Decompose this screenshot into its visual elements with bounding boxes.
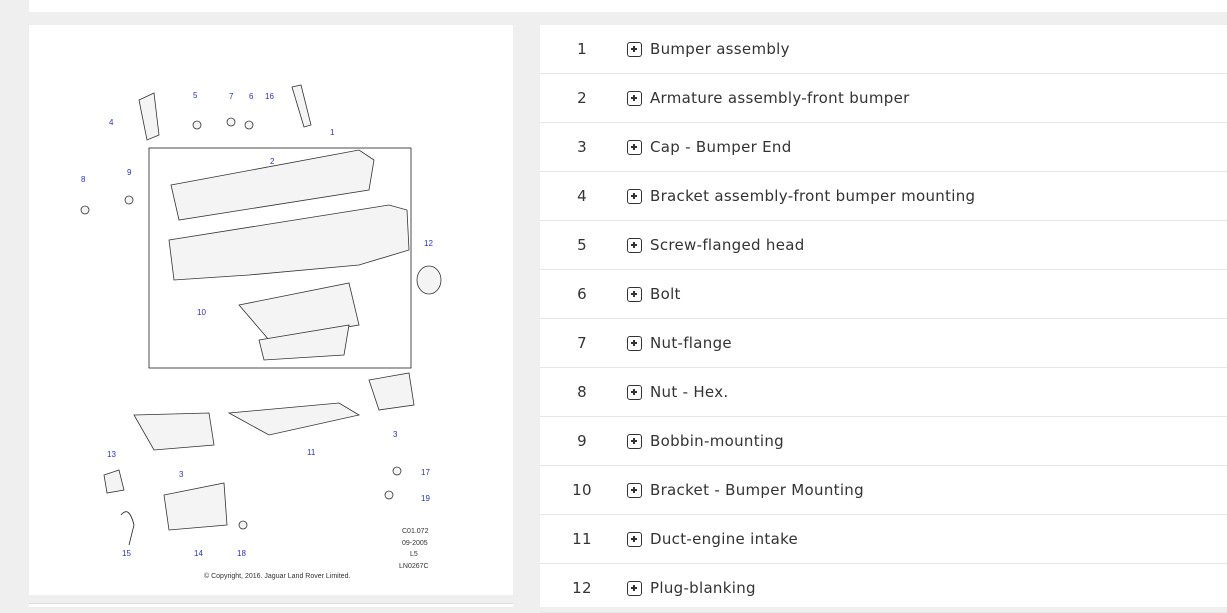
part-row[interactable]: 7 Nut-flange (540, 319, 1227, 368)
part-row[interactable]: 1 Bumper assembly (540, 25, 1227, 74)
callout-6[interactable]: 6 (249, 92, 254, 101)
callout-9[interactable]: 9 (127, 168, 132, 177)
parts-diagram: 1 2 3 3 4 5 6 7 8 9 10 11 12 13 14 15 16… (29, 25, 513, 595)
plus-square-icon[interactable] (627, 41, 642, 57)
drawing-code: C01.072 (402, 528, 429, 535)
blanking-plug-part (416, 265, 442, 295)
part-row[interactable]: 3 Cap - Bumper End (540, 123, 1227, 172)
callout-15[interactable]: 15 (122, 549, 131, 558)
callout-3[interactable]: 3 (393, 430, 398, 439)
part-row[interactable]: 9 Bobbin-mounting (540, 417, 1227, 466)
part-name[interactable]: Nut-flange (650, 334, 732, 352)
callout-4[interactable]: 4 (109, 118, 114, 127)
part-row[interactable]: 6 Bolt (540, 270, 1227, 319)
callout-16[interactable]: 16 (265, 92, 274, 101)
part-number: 5 (577, 236, 587, 254)
plus-square-icon[interactable] (627, 139, 642, 155)
part-row[interactable]: 11 Duct-engine intake (540, 515, 1227, 564)
plate-part (163, 482, 228, 531)
callout-7[interactable]: 7 (229, 92, 234, 101)
plus-square-icon[interactable] (627, 531, 642, 547)
part-name[interactable]: Cap - Bumper End (650, 138, 792, 156)
part-number: 8 (577, 383, 587, 401)
part-number: 3 (577, 138, 587, 156)
part-name[interactable]: Bobbin-mounting (650, 432, 784, 450)
callout-3b[interactable]: 3 (179, 470, 184, 479)
plus-square-icon[interactable] (627, 90, 642, 106)
plus-square-icon[interactable] (627, 433, 642, 449)
plus-square-icon[interactable] (627, 237, 642, 253)
part-number: 10 (572, 481, 592, 499)
callout-18[interactable]: 18 (237, 549, 246, 558)
part-name[interactable]: Duct-engine intake (650, 530, 798, 548)
part-name[interactable]: Bracket - Bumper Mounting (650, 481, 864, 499)
callout-12[interactable]: 12 (424, 239, 433, 248)
plus-square-icon[interactable] (627, 482, 642, 498)
drawing-date: 09-2005 (402, 540, 428, 547)
callout-5[interactable]: 5 (193, 91, 198, 100)
callout-13[interactable]: 13 (107, 450, 116, 459)
part-number: 1 (577, 40, 587, 58)
callout-11[interactable]: 11 (307, 448, 316, 457)
part-name[interactable]: Bracket assembly-front bumper mounting (650, 187, 975, 205)
trim-16-part (291, 84, 312, 128)
plus-square-icon[interactable] (627, 580, 642, 596)
part-name[interactable]: Nut - Hex. (650, 383, 728, 401)
part-number: 7 (577, 334, 587, 352)
callout-10[interactable]: 10 (197, 308, 206, 317)
part-number: 4 (577, 187, 587, 205)
callout-14[interactable]: 14 (194, 549, 203, 558)
part-number: 12 (572, 579, 592, 597)
part-number: 2 (577, 89, 587, 107)
callout-1[interactable]: 1 (330, 128, 335, 137)
callout-8[interactable]: 8 (81, 175, 86, 184)
top-panel (29, 0, 1227, 12)
part-row[interactable]: 4 Bracket assembly-front bumper mounting (540, 172, 1227, 221)
plus-square-icon[interactable] (627, 335, 642, 351)
plus-square-icon[interactable] (627, 384, 642, 400)
part-row[interactable]: 12 Plug-blanking (540, 564, 1227, 613)
callout-2[interactable]: 2 (270, 157, 275, 166)
part-row[interactable]: 10 Bracket - Bumper Mounting (540, 466, 1227, 515)
callout-17[interactable]: 17 (421, 468, 430, 477)
part-number: 6 (577, 285, 587, 303)
duct-part (227, 402, 361, 436)
part-row[interactable]: 2 Armature assembly-front bumper (540, 74, 1227, 123)
part-name[interactable]: Armature assembly-front bumper (650, 89, 910, 107)
bottom-panel (29, 603, 513, 607)
plus-square-icon[interactable] (627, 286, 642, 302)
copyright-text: © Copyright, 2016. Jaguar Land Rover Lim… (204, 572, 350, 580)
plus-square-icon[interactable] (627, 188, 642, 204)
part-row[interactable]: 5 Screw-flanged head (540, 221, 1227, 270)
part-name[interactable]: Bumper assembly (650, 40, 790, 58)
part-name[interactable]: Bolt (650, 285, 681, 303)
drawing-ref: LN0267C (399, 563, 429, 570)
part-number: 11 (572, 530, 592, 548)
part-name[interactable]: Plug-blanking (650, 579, 756, 597)
part-name[interactable]: Screw-flanged head (650, 236, 805, 254)
part-number: 9 (577, 432, 587, 450)
callout-19[interactable]: 19 (421, 494, 430, 503)
part-row[interactable]: 8 Nut - Hex. (540, 368, 1227, 417)
end-cap-right-part (368, 372, 415, 411)
drawing-model: L5 (410, 551, 418, 558)
parts-list: 1 Bumper assembly 2 Armature assembly-fro… (540, 25, 1227, 613)
end-cap-left-part (133, 412, 215, 451)
bracket-4-part (138, 92, 160, 141)
exploded-view-drawing: 1 2 3 3 4 5 6 7 8 9 10 11 12 13 14 15 16… (80, 84, 442, 580)
